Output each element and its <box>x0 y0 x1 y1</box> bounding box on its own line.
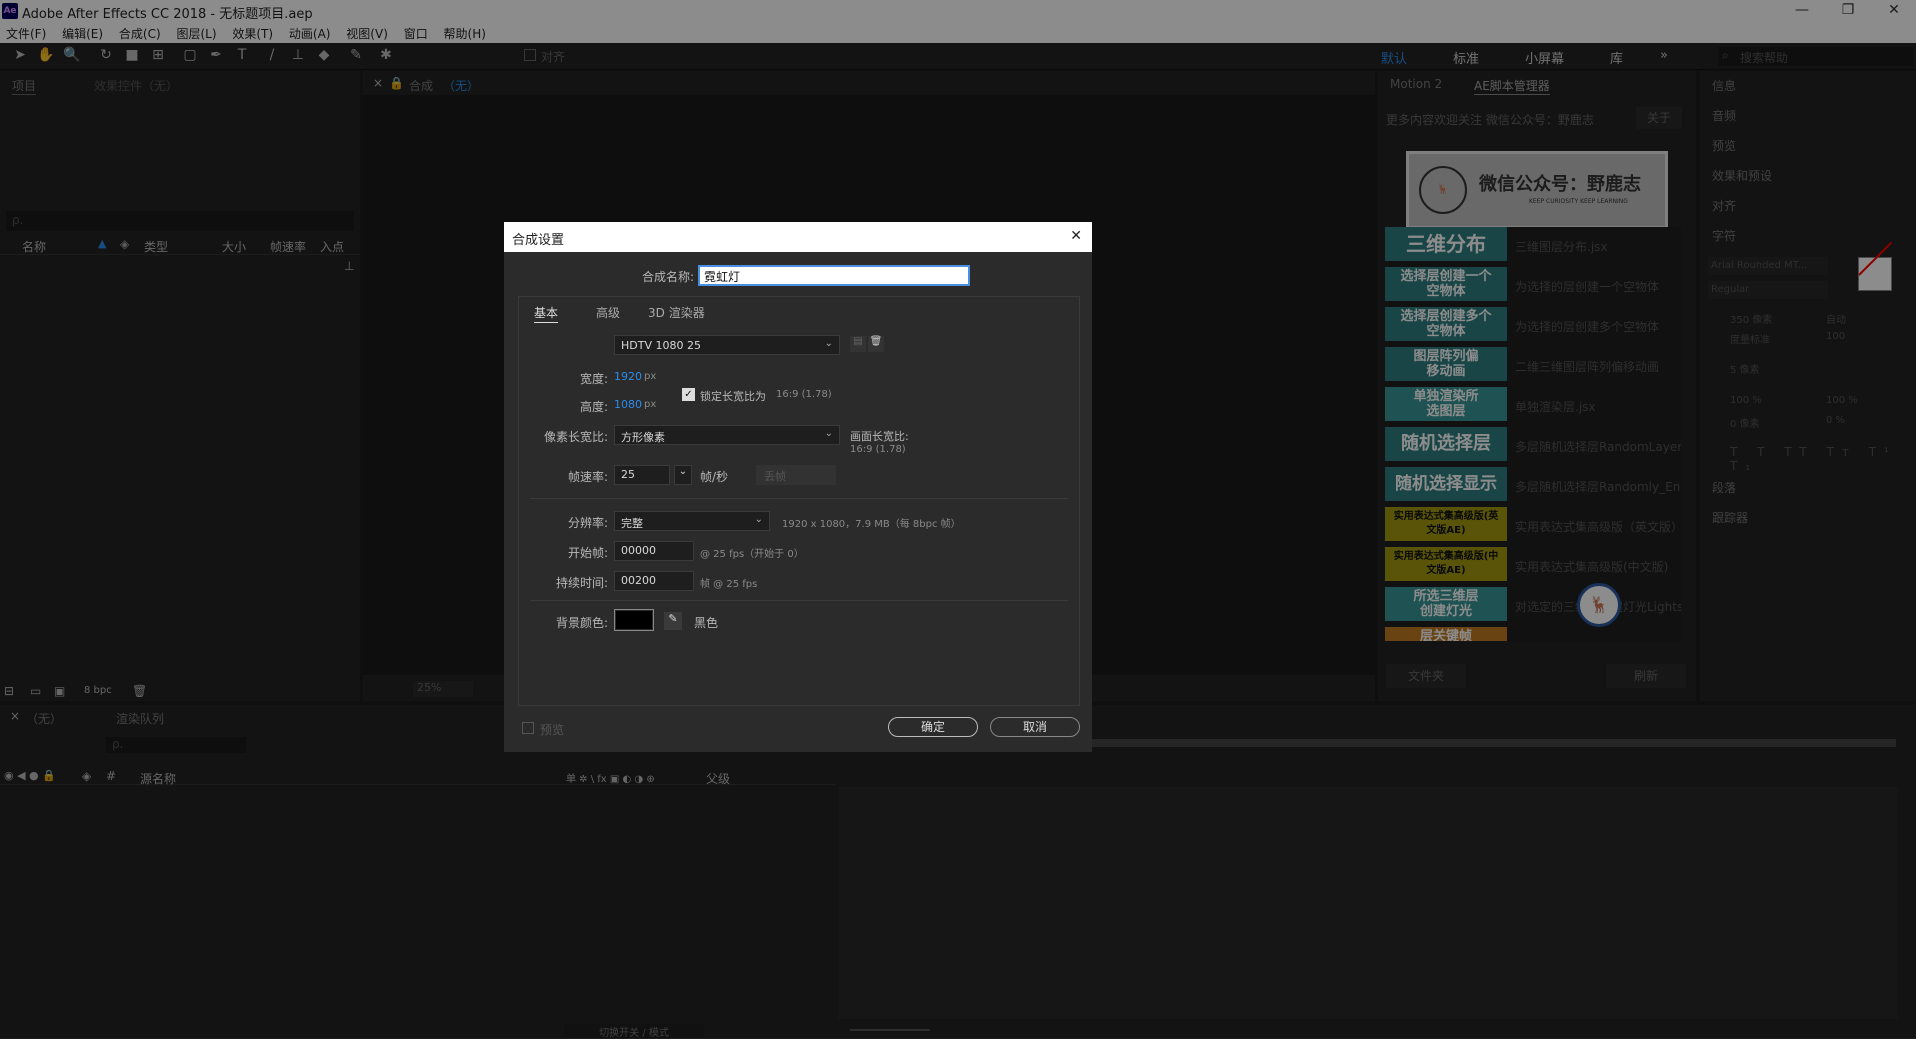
cancel-button[interactable]: 取消 <box>990 717 1080 737</box>
height-unit: px <box>644 399 657 410</box>
height-label: 高度: <box>579 400 608 414</box>
start-frame-input[interactable]: 00000 <box>614 541 694 561</box>
chevron-down-icon: ⌄ <box>824 428 833 439</box>
resolution-info: 1920 x 1080，7.9 MB（每 8bpc 帧） <box>782 519 961 530</box>
pixel-aspect-label: 像素长宽比: <box>543 430 608 444</box>
chevron-down-icon: ⌄ <box>824 338 833 349</box>
start-frame-label: 开始帧: <box>567 546 608 560</box>
pixel-aspect-select[interactable]: 方形像素 ⌄ <box>614 425 840 445</box>
tab-3d-renderer[interactable]: 3D 渲染器 <box>648 304 705 321</box>
frame-aspect-label: 画面长宽比: <box>850 430 909 443</box>
drop-frame-select: 丢帧 <box>756 465 836 485</box>
save-preset-icon[interactable]: ▤ <box>850 336 866 352</box>
fps-unit: 帧/秒 <box>700 470 729 484</box>
duration-info: 帧 @ 25 fps <box>700 579 758 590</box>
resolution-label: 分辨率: <box>567 516 608 530</box>
dialog-title: 合成设置 <box>512 233 565 248</box>
ok-button[interactable]: 确定 <box>888 717 978 737</box>
fps-label: 帧速率: <box>567 470 608 484</box>
width-label: 宽度: <box>579 372 608 386</box>
tab-basic[interactable]: 基本 <box>534 304 559 323</box>
duration-label: 持续时间: <box>555 576 608 590</box>
bg-color-label: 背景颜色: <box>555 616 608 630</box>
bg-color-fill <box>616 611 652 629</box>
pixel-aspect-value: 方形像素 <box>621 431 665 444</box>
bg-color-name: 黑色 <box>694 616 719 630</box>
duration-input[interactable]: 00200 <box>614 571 694 591</box>
preview-checkbox[interactable] <box>522 722 534 734</box>
composition-settings-dialog: 合成设置 ✕ 合成名称: 霓虹灯 基本 高级 3D 渲染器 预设: HDTV 1… <box>504 222 1092 752</box>
eyedropper-icon[interactable]: ✎ <box>664 612 682 630</box>
resolution-select[interactable]: 完整 ⌄ <box>614 511 770 531</box>
comp-name-label: 合成名称: <box>641 270 694 284</box>
tab-advanced[interactable]: 高级 <box>596 304 620 321</box>
bg-color-swatch[interactable] <box>614 609 654 631</box>
fps-input[interactable]: 25 <box>614 465 670 485</box>
frame-aspect-value: 16:9 (1.78) <box>850 444 906 455</box>
lock-aspect-checkbox[interactable]: ✓ <box>682 388 695 401</box>
preset-select[interactable]: HDTV 1080 25 ⌄ <box>614 335 840 355</box>
dialog-title-bar: 合成设置 ✕ <box>504 222 1092 252</box>
settings-box <box>518 296 1080 706</box>
divider <box>530 498 1068 499</box>
comp-name-input[interactable]: 霓虹灯 <box>698 265 970 286</box>
resolution-value: 完整 <box>621 517 643 530</box>
lock-aspect-label: 锁定长宽比为 <box>700 390 766 403</box>
fps-dropdown[interactable]: ⌄ <box>674 465 692 485</box>
lock-aspect-ratio: 16:9 (1.78) <box>776 389 832 400</box>
preset-value: HDTV 1080 25 <box>621 339 701 352</box>
width-unit: px <box>644 371 657 382</box>
start-frame-info: @ 25 fps（开始于 0） <box>700 549 804 560</box>
delete-preset-icon[interactable]: 🗑 <box>868 336 884 352</box>
chevron-down-icon: ⌄ <box>754 514 763 525</box>
dialog-close-button[interactable]: ✕ <box>1070 228 1082 244</box>
preview-label: 预览 <box>540 723 565 737</box>
width-value[interactable]: 1920 <box>614 370 642 383</box>
height-value[interactable]: 1080 <box>614 398 642 411</box>
divider <box>530 600 1068 601</box>
